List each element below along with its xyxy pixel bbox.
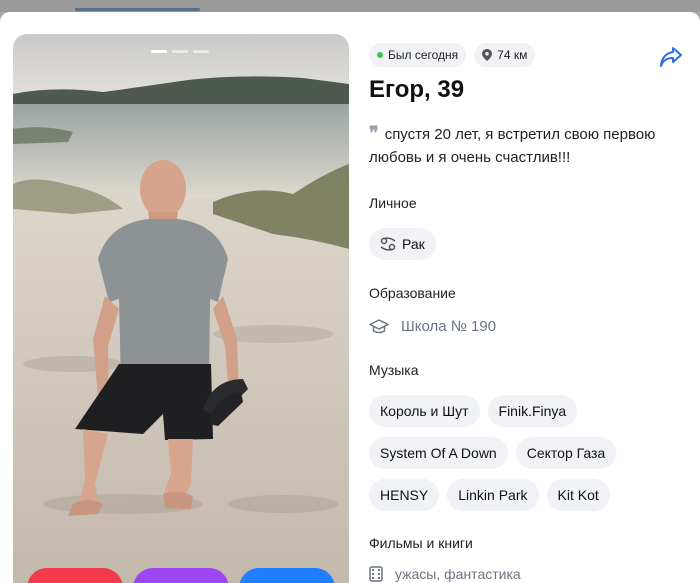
music-tag: HENSY xyxy=(369,479,440,511)
personal-tags: Рак xyxy=(369,228,436,260)
photo-dot-3[interactable] xyxy=(193,50,209,53)
music-tag: Finik.Finya xyxy=(487,395,578,427)
photo-pagination xyxy=(151,50,209,53)
photo-dot-2[interactable] xyxy=(172,50,188,53)
music-tag: Linkin Park xyxy=(447,479,539,511)
photo-image xyxy=(13,34,349,583)
share-icon xyxy=(660,47,682,67)
music-tag: Kit Kot xyxy=(546,479,610,511)
location-pin-icon xyxy=(482,49,493,61)
status-chips: Был сегодня 74 км xyxy=(369,43,536,67)
top-tab-indicator xyxy=(75,8,200,11)
profile-name: Егор, 39 xyxy=(369,76,465,103)
films-item: ужасы, фантастика xyxy=(369,566,521,582)
share-button[interactable] xyxy=(659,46,683,68)
music-row-3: HENSY Linkin Park Kit Kot xyxy=(369,479,610,511)
education-section-title: Образование xyxy=(369,285,456,301)
cancer-zodiac-icon xyxy=(380,237,396,251)
quote-icon: ❞ xyxy=(369,123,379,143)
profile-quote: ❞ спустя 20 лет, я встретил свою первою л… xyxy=(369,122,689,169)
profile-photo[interactable] xyxy=(13,34,349,583)
music-tag: Сектор Газа xyxy=(515,437,617,469)
superlike-button[interactable] xyxy=(133,568,229,583)
music-section-title: Музыка xyxy=(369,362,419,378)
browser-top-bar xyxy=(0,0,700,12)
distance-text: 74 км xyxy=(497,48,528,62)
quote-text: спустя 20 лет, я встретил свою первою лю… xyxy=(369,126,656,166)
graduation-cap-icon xyxy=(369,318,389,333)
education-item: Школа № 190 xyxy=(369,318,496,335)
online-dot-icon xyxy=(377,52,383,58)
films-section-title: Фильмы и книги xyxy=(369,535,473,551)
film-icon xyxy=(369,566,383,582)
online-status-text: Был сегодня xyxy=(388,48,459,62)
films-value: ужасы, фантастика xyxy=(395,566,521,582)
message-button[interactable] xyxy=(239,568,335,583)
music-tag: Король и Шут xyxy=(369,395,480,427)
zodiac-label: Рак xyxy=(402,236,425,252)
distance-badge: 74 км xyxy=(474,43,536,67)
music-row-1: Король и Шут Finik.Finya xyxy=(369,395,578,427)
photo-dot-1[interactable] xyxy=(151,50,167,53)
music-row-2: System Of A Down Сектор Газа xyxy=(369,437,617,469)
school-name: Школа № 190 xyxy=(401,318,497,335)
zodiac-tag: Рак xyxy=(369,228,436,260)
music-tag: System Of A Down xyxy=(369,437,508,469)
personal-section-title: Личное xyxy=(369,195,417,211)
online-status-badge: Был сегодня xyxy=(369,43,467,67)
dislike-button[interactable] xyxy=(27,568,123,583)
